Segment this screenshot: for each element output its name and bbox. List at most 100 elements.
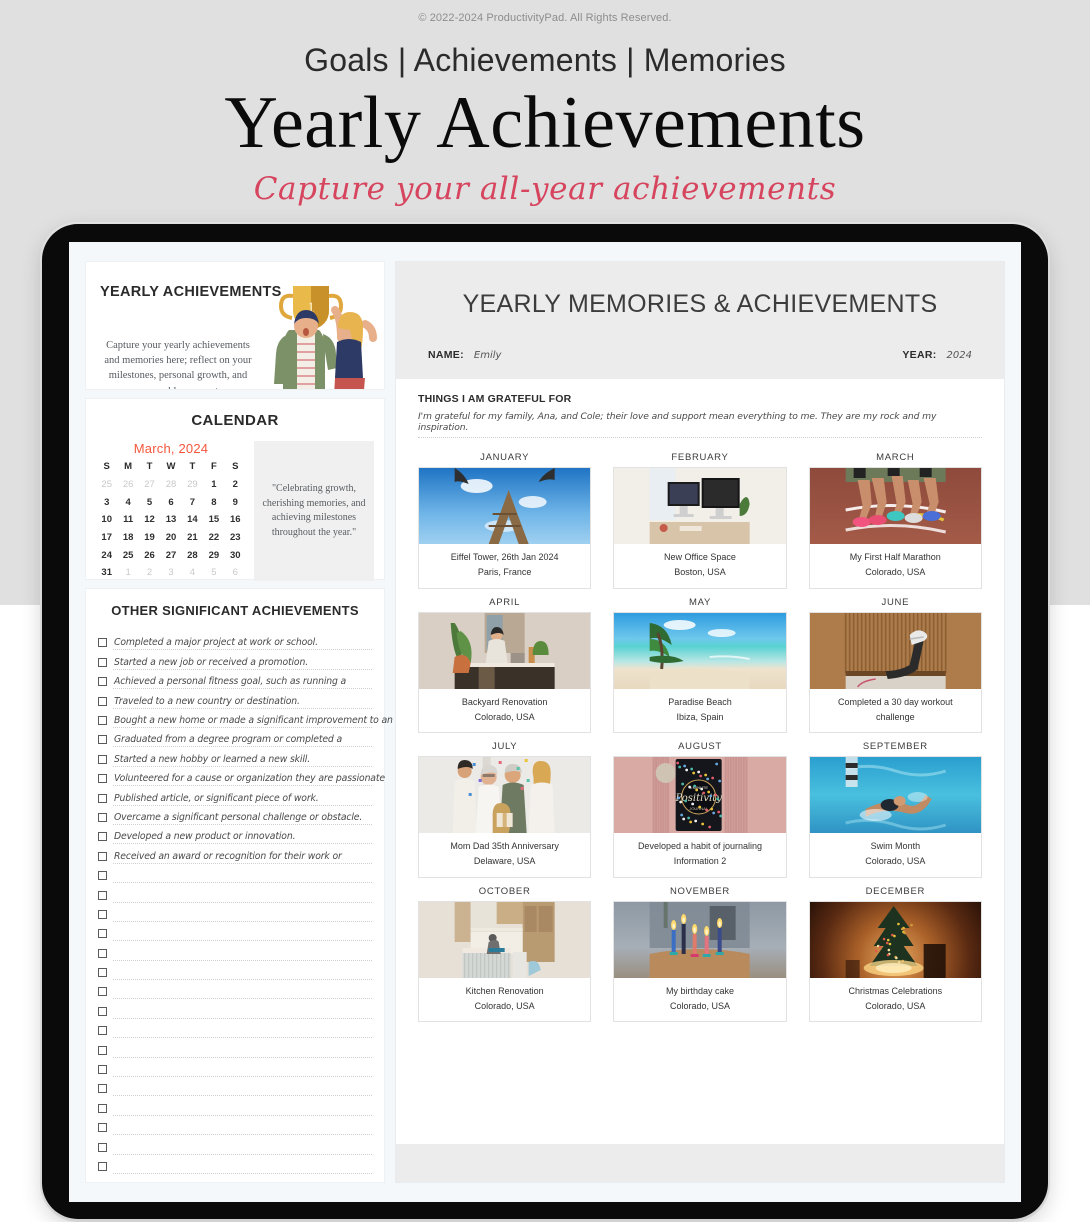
checkbox[interactable] [98,1006,107,1016]
month-caption-line2[interactable]: Paris, France [421,565,588,580]
achievement-row[interactable] [98,1038,372,1058]
calendar-widget[interactable]: March, 2024 S M T W T F S 25 26 27 28 29 1 2 3 4 5 6 7 8 9 10… [96,441,246,581]
achievement-row[interactable] [98,903,372,922]
kitchen-interior-photo[interactable] [419,901,591,978]
month-caption-line1[interactable]: New Office Space [616,550,783,565]
checkbox[interactable] [98,987,107,997]
month-caption-line2[interactable]: challenge [812,710,979,725]
month-caption-line2[interactable]: Colorado, USA [421,999,588,1014]
positivity-journal-photo[interactable]: 3 MINUTE Positivity JOURNAL [614,757,786,834]
month-caption-line2[interactable]: Colorado, USA [812,854,979,869]
checkbox[interactable] [98,754,107,764]
month-caption-line2[interactable]: Colorado, USA [812,565,979,580]
achievement-row[interactable] [98,883,372,903]
month-card[interactable]: MARCH My First Half Marathon Colorado, US… [808,452,982,589]
name-field-group[interactable]: NAME: Emily [428,345,501,363]
checkbox[interactable] [98,909,107,919]
calendar-day[interactable]: 2 [139,566,160,581]
calendar-day[interactable]: 17 [96,531,117,546]
person-at-desk-plants-photo[interactable] [419,612,591,689]
calendar-day[interactable]: 4 [117,496,138,511]
month-card[interactable]: OCTOBER Kitchen Renovation Colorado, USA [418,886,592,1023]
month-caption-line2[interactable]: Information 2 [616,854,783,869]
calendar-day[interactable]: 5 [203,566,224,581]
calendar-day[interactable]: 26 [117,478,138,493]
calendar-day[interactable]: 18 [117,531,138,546]
achievement-row[interactable] [98,980,372,1000]
checkbox[interactable] [98,716,107,726]
month-card[interactable]: JULY Mom Dad 35th Anniversary Delaware, … [418,741,592,878]
achievement-row[interactable] [98,941,372,961]
month-caption-line2[interactable]: Colorado, USA [421,710,588,725]
calendar-day[interactable]: 28 [182,549,203,564]
checkbox[interactable] [98,1162,107,1171]
checkbox[interactable] [98,774,107,784]
month-card[interactable]: AUGUST 3 MINUTE Positivity JOURNAL Devel… [613,741,787,878]
calendar-day[interactable]: 2 [225,478,246,493]
calendar-day[interactable]: 24 [96,549,117,564]
achievement-row[interactable]: Overcame a significant personal challeng… [98,806,372,825]
checkbox[interactable] [98,1065,107,1075]
checkbox[interactable] [98,1026,107,1036]
calendar-day[interactable]: 25 [96,478,117,493]
checkbox[interactable] [98,832,107,842]
calendar-day[interactable]: 27 [160,549,181,564]
year-value[interactable]: 2024 [947,350,972,361]
calendar-day[interactable]: 30 [225,549,246,564]
calendar-day[interactable]: 10 [96,513,117,528]
calendar-day[interactable]: 31 [96,566,117,581]
calendar-day[interactable]: 21 [182,531,203,546]
month-caption-line1[interactable]: Completed a 30 day workout [812,695,979,710]
calendar-day[interactable]: 9 [225,496,246,511]
calendar-day[interactable]: 23 [225,531,246,546]
calendar-day[interactable]: 1 [117,566,138,581]
achievement-row[interactable]: Published article, or significant piece … [98,786,372,806]
eiffel-tower-photo[interactable] [419,468,591,544]
checkbox[interactable] [98,677,107,687]
month-caption-line2[interactable]: Ibiza, Spain [616,710,783,725]
month-caption-line1[interactable]: Developed a habit of journaling [616,839,783,854]
family-celebration-photo[interactable] [419,757,591,834]
month-card[interactable]: APRIL Backyard Renovation Colorado, USA [418,597,592,734]
month-caption-line1[interactable]: Swim Month [812,839,979,854]
checkbox[interactable] [98,948,107,958]
checkbox[interactable] [98,1123,107,1133]
calendar-day[interactable]: 1 [203,478,224,493]
month-card[interactable]: SEPTEMBER Swim Month Colorado, USA [808,741,982,878]
achievement-row[interactable]: Developed a new product or innovation. [98,825,372,845]
calendar-day[interactable]: 6 [160,496,181,511]
achievement-row[interactable] [98,1077,372,1097]
office-desk-monitors-photo[interactable] [614,468,786,544]
year-field-group[interactable]: YEAR: 2024 [902,345,972,363]
birthday-candles-photo[interactable] [614,901,786,978]
tropical-beach-photo[interactable] [614,612,786,689]
achievement-row[interactable] [98,864,372,884]
achievement-row[interactable]: Volunteered for a cause or organization … [98,767,385,787]
achievement-row[interactable] [98,1135,372,1155]
checkbox[interactable] [98,1142,107,1152]
achievement-row[interactable]: Received an award or recognition for the… [98,844,372,864]
month-caption-line1[interactable]: Christmas Celebrations [812,984,979,999]
month-caption-line1[interactable]: Backyard Renovation [421,695,588,710]
achievement-row[interactable]: Bought a new home or made a significant … [98,709,393,729]
checkbox[interactable] [98,657,107,667]
calendar-day[interactable]: 19 [139,531,160,546]
month-caption-line1[interactable]: Paradise Beach [616,695,783,710]
checkbox[interactable] [98,812,107,822]
calendar-day[interactable]: 3 [160,566,181,581]
achievement-row[interactable]: Traveled to a new country or destination… [98,689,372,709]
achievement-row[interactable] [98,1019,372,1039]
achievement-row[interactable] [98,1058,372,1078]
checkbox[interactable] [98,1103,107,1113]
achievement-row[interactable]: Graduated from a degree program or compl… [98,728,372,748]
month-caption-line2[interactable]: Colorado, USA [616,999,783,1014]
checkbox[interactable] [98,851,107,861]
calendar-day[interactable]: 3 [96,496,117,511]
checkbox[interactable] [98,1084,107,1094]
calendar-day[interactable]: 14 [182,513,203,528]
calendar-day[interactable]: 11 [117,513,138,528]
checkbox[interactable] [98,968,107,978]
runners-track-photo[interactable] [809,468,981,544]
checkbox[interactable] [98,890,107,900]
achievement-row[interactable]: Completed a major project at work or sch… [98,631,372,651]
